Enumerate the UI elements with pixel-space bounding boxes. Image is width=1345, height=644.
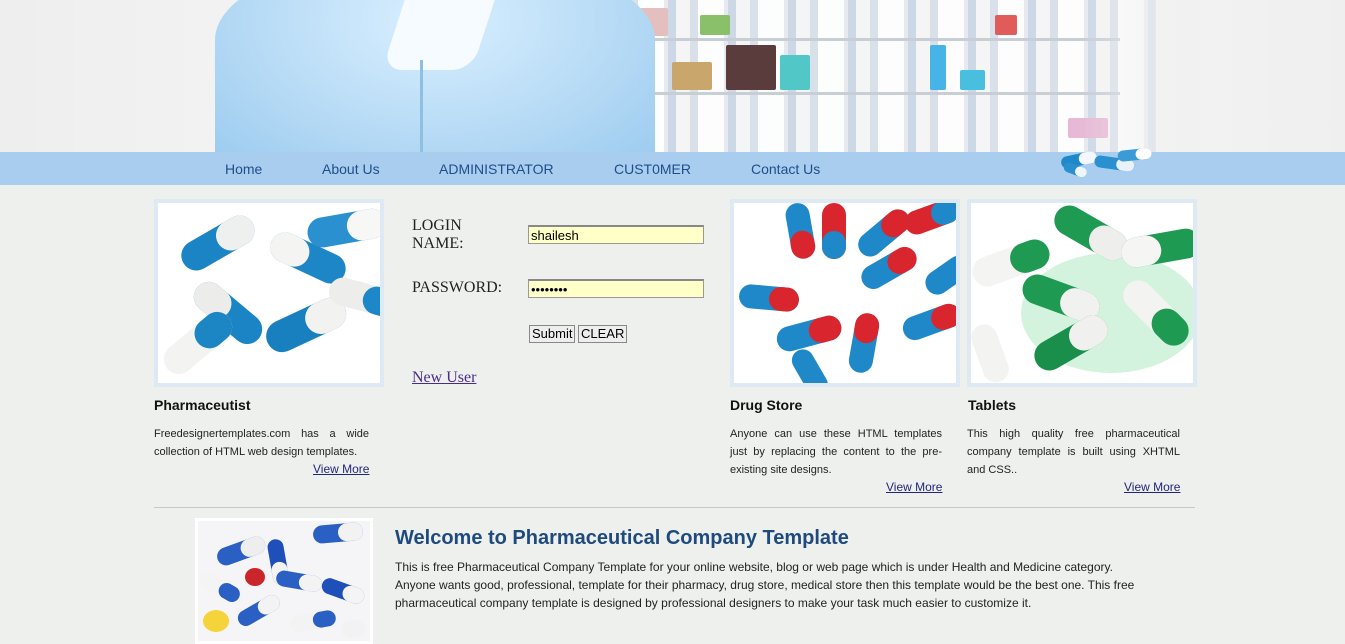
- shelf-box: [672, 62, 712, 90]
- tablets-view-more-link[interactable]: View More: [1124, 480, 1180, 494]
- shelf: [600, 38, 1120, 41]
- pharmaceutist-text: Freedesignertemplates.com has a wide col…: [154, 428, 369, 458]
- tablets-text: This high quality free pharmaceutical co…: [967, 428, 1180, 476]
- login-name-input[interactable]: [528, 225, 704, 244]
- login-name-label-line1: LOGIN: [412, 217, 462, 234]
- header-banner: [0, 0, 1345, 152]
- drug-store-image: [730, 199, 960, 387]
- shelf-box: [930, 45, 946, 90]
- submit-button[interactable]: Submit: [529, 325, 576, 343]
- shelf: [600, 92, 1120, 95]
- red-blue-capsules-icon: [734, 203, 956, 383]
- shelf-box: [726, 45, 776, 90]
- nav-home[interactable]: Home: [225, 161, 262, 177]
- banner-fade: [1080, 0, 1200, 152]
- login-name-label-line2: NAME:: [412, 235, 464, 252]
- shelf-box: [780, 55, 810, 90]
- tablets-image: [967, 199, 1197, 387]
- clear-button[interactable]: CLEAR: [578, 325, 628, 343]
- shelf-box: [700, 15, 730, 35]
- green-white-capsules-icon: [971, 203, 1193, 383]
- welcome-text: This is free Pharmaceutical Company Temp…: [395, 560, 1135, 610]
- new-user-link[interactable]: New User: [412, 369, 476, 387]
- welcome-image: [195, 518, 373, 644]
- pharmacist-coat-fold: [420, 60, 423, 152]
- blue-capsules-icon: [1061, 148, 1152, 178]
- drug-store-title: Drug Store: [730, 397, 803, 413]
- login-name-label: LOGIN NAME:: [412, 217, 464, 253]
- assorted-pills-icon: [198, 521, 370, 641]
- password-label: PASSWORD:: [412, 279, 503, 296]
- drug-store-text: Anyone can use these HTML templates just…: [730, 428, 942, 476]
- welcome-title: Welcome to Pharmaceutical Company Templa…: [395, 527, 849, 549]
- shelf-box: [960, 70, 985, 90]
- password-input[interactable]: [528, 279, 704, 298]
- tablets-title: Tablets: [968, 397, 1016, 413]
- pharmaceutist-title: Pharmaceutist: [154, 397, 251, 413]
- shelf-box: [995, 15, 1017, 35]
- blue-white-capsules-icon: [158, 203, 380, 383]
- section-divider: [154, 507, 1195, 508]
- nav-customer[interactable]: CUST0MER: [614, 161, 691, 177]
- nav-administrator[interactable]: ADMINISTRATOR: [439, 161, 554, 177]
- drug-store-view-more-link[interactable]: View More: [886, 480, 942, 494]
- nav-contact-us[interactable]: Contact Us: [751, 161, 820, 177]
- pharmaceutist-image: [154, 199, 384, 387]
- nav-about-us[interactable]: About Us: [322, 161, 380, 177]
- pharmaceutist-view-more-link[interactable]: View More: [313, 462, 369, 476]
